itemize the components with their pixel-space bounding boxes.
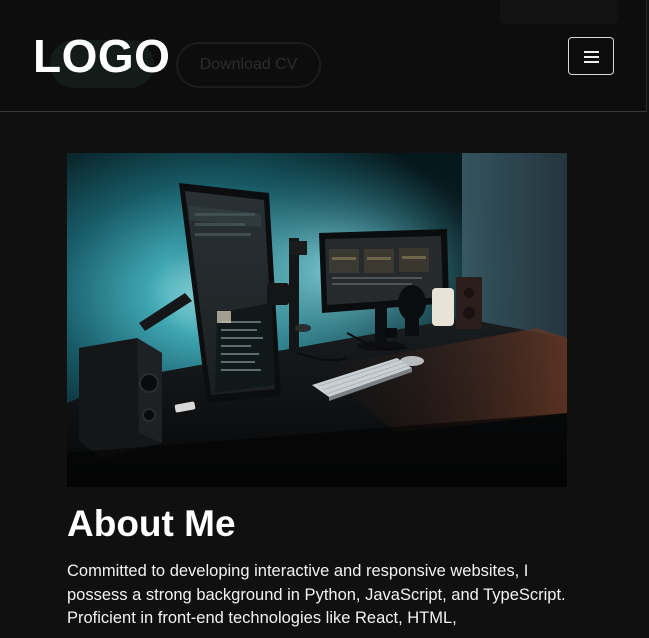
faded-download-cv-button: Download CV [176, 42, 321, 88]
hero-image [67, 153, 567, 487]
desk-setup-photo [67, 153, 567, 487]
viewport-cut [0, 634, 649, 638]
menu-toggle-button[interactable] [568, 37, 614, 75]
site-logo[interactable]: LOGO [33, 30, 170, 82]
about-title: About Me [67, 503, 236, 544]
site-header: Download CV LOGO [0, 0, 647, 112]
faded-background-element [500, 0, 618, 24]
about-description: Committed to developing interactive and … [67, 562, 566, 627]
